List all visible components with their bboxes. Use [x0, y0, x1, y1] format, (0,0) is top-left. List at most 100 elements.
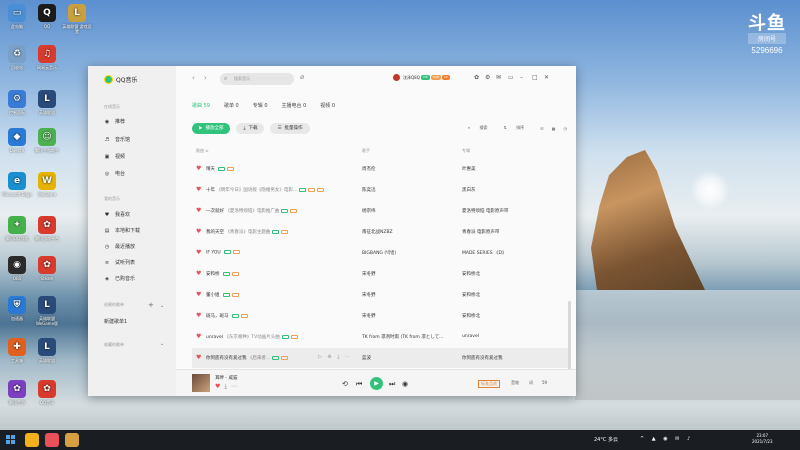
next-icon[interactable]: ⏭ [389, 380, 395, 389]
song-album[interactable]: 你到底有没有爱过我 [462, 355, 503, 361]
batch-button[interactable]: ☰ 批量操作 [270, 123, 310, 134]
table-row[interactable]: ♥ 斑马，斑马 宋冬野 安和桥北 [192, 306, 568, 326]
table-row[interactable]: ♥ 十年 《明年今日》国语版《隐婚男女》电影… 陈奕迅 黑白灰 [192, 180, 568, 200]
song-singer[interactable]: 宋冬野 [362, 271, 376, 277]
sidebar-item-music-hall[interactable]: ♬ 音乐馆 [104, 136, 130, 144]
table-row[interactable]: ♥ 一次就好 《夏洛特烦恼》电影推广曲 杨宗纬 夏洛特烦恼 电影原声带 [192, 201, 568, 221]
song-album[interactable]: 黑白灰 [462, 187, 476, 193]
song-singer[interactable]: 陈奕迅 [362, 187, 376, 193]
mail-icon[interactable]: ✉ [496, 74, 501, 81]
app-logo[interactable]: QQ音乐 [104, 75, 137, 84]
heart-icon[interactable]: ♥ [196, 249, 201, 256]
download-icon[interactable]: ⤓ [224, 383, 227, 390]
table-row[interactable]: ♥ 我的天空 《青春派》电影主题曲 南征北战NZBZ 青春派 电影原声带 [192, 222, 568, 242]
search-input[interactable]: ⌕ 搜索音乐 [220, 73, 294, 85]
download-button[interactable]: ⤓ 下载 [236, 123, 265, 134]
table-row[interactable]: ♥ 安和桥 宋冬野 安和桥北 [192, 264, 568, 284]
table-row[interactable]: ♥ 董小姐 宋冬野 安和桥北 [192, 285, 568, 305]
tray-icons[interactable]: ^ ▲ ◉ ✉ ♪ [640, 436, 693, 442]
effects-button[interactable]: 音效 [511, 380, 519, 386]
heart-icon[interactable]: ♥ [196, 354, 201, 361]
song-singer[interactable]: TK from 凛冽时雨 (TK from 凛として… [362, 334, 444, 340]
desktop-icon[interactable]: ▭ 此电脑 [2, 4, 32, 29]
taskbar-app-icon[interactable] [25, 433, 39, 447]
desktop-icon[interactable]: ◆ DirectX [2, 128, 32, 153]
song-album[interactable]: unravel [462, 334, 479, 339]
clock[interactable]: 23:07 2021/7/23 [752, 433, 773, 445]
desktop-icon[interactable]: Q QQ [32, 4, 62, 29]
desktop-icon[interactable]: ✿ 腾讯手游 [2, 380, 32, 405]
heart-icon[interactable]: ♥ [196, 207, 201, 214]
row-actions[interactable]: ▷ ⊕ ⤓ ⋯ [318, 354, 352, 360]
song-title[interactable]: unravel [206, 335, 223, 340]
heart-icon[interactable]: ♥ [196, 228, 201, 235]
forward-icon[interactable]: › [204, 74, 207, 82]
maximize-icon[interactable]: □ [532, 74, 538, 81]
heart-icon[interactable]: ♥ [215, 383, 220, 390]
play-all-button[interactable]: ▶ 播放全部 [192, 123, 231, 134]
sidebar-item-trial[interactable]: ≡ 试听列表 [104, 259, 135, 267]
user-area[interactable]: 沈泽Q8Q VIP SVIP LV [393, 74, 450, 81]
song-title[interactable]: 你到底有没有爱过我 [206, 356, 247, 361]
play-button[interactable]: ▶ [370, 377, 383, 390]
history-icon[interactable]: ◷ [564, 126, 568, 131]
song-album[interactable]: 安和桥北 [462, 271, 480, 277]
sidebar-item-recent[interactable]: ◷ 最近播放 [104, 243, 135, 251]
desktop-icon[interactable]: ♫ 网易云音乐 [32, 45, 62, 70]
sidebar-item-recommend[interactable]: ◉ 推荐 [104, 118, 125, 126]
quality-button[interactable]: 标准品质 [478, 380, 500, 388]
desktop-icon[interactable]: ✦ 腾讯QQ游戏 [2, 216, 32, 241]
song-title[interactable]: 斑马，斑马 [206, 314, 229, 319]
song-album[interactable]: 安和桥北 [462, 313, 480, 319]
desktop-icon[interactable]: ⛨ 加速器 [2, 296, 32, 321]
table-row[interactable]: ♥ 你到底有没有爱过我 《后来者… ▷ ⊕ ⤓ ⋯ 蓝波 你到底有没有爱过我 [192, 348, 568, 368]
volume-icon[interactable]: ◉ [402, 380, 408, 388]
song-album[interactable]: 青春派 电影原声带 [462, 229, 499, 235]
chevron-down-icon[interactable]: ⌄ [160, 303, 164, 309]
tab-playlists[interactable]: 歌单 0 [224, 102, 239, 109]
heart-icon[interactable]: ♥ [196, 333, 201, 340]
sidebar-item-local[interactable]: ▤ 本地和下载 [104, 227, 140, 235]
settings-icon[interactable]: ⚙ [485, 74, 490, 81]
heart-icon[interactable]: ♥ [196, 312, 201, 319]
windows-start-icon[interactable] [6, 435, 15, 444]
desktop-icon[interactable]: ☺ 腾讯手游助手 [32, 128, 62, 153]
skin-icon[interactable]: ✿ [474, 74, 479, 81]
close-icon[interactable]: ✕ [544, 74, 549, 81]
mini-mode-icon[interactable]: ▭ [508, 74, 514, 81]
table-row[interactable]: ♥ 晴天 周杰伦 叶惠美 [192, 159, 568, 179]
song-title[interactable]: 晴天 [206, 167, 215, 172]
desktop-icon[interactable]: ✿ Steam [32, 256, 62, 281]
desktop-icon[interactable]: ♻ 回收站 [2, 45, 32, 70]
desktop-icon[interactable]: e Microsoft Edge [2, 172, 32, 197]
song-album[interactable]: 夏洛特烦恼 电影原声带 [462, 208, 508, 214]
table-row[interactable]: ♥ unravel 《东京喰种》TV动画片头曲 TK from 凛冽时雨 (TK f… [192, 327, 568, 347]
sidebar-item-purchased[interactable]: ◈ 已购音乐 [104, 275, 135, 283]
taskbar-app-icon[interactable] [65, 433, 79, 447]
song-title[interactable]: 董小姐 [206, 293, 220, 298]
sort-button[interactable]: ⇅ 排序 [504, 125, 533, 131]
sidebar-item-video[interactable]: ▣ 视频 [104, 153, 125, 161]
song-album[interactable]: MADE SERIES 《D》 [462, 250, 506, 256]
chevron-down-icon[interactable]: ⌄ [160, 341, 164, 347]
song-singer[interactable]: 宋冬野 [362, 313, 376, 319]
song-title[interactable]: IF YOU [206, 251, 221, 256]
grid-view-icon[interactable]: ▦ [552, 126, 556, 131]
prev-icon[interactable]: ⏮ [356, 380, 362, 389]
tab-songs[interactable]: 歌曲 59 [192, 102, 210, 109]
desktop-icon[interactable]: ⚙ 控制面板 [2, 90, 32, 115]
taskbar-app-icon[interactable] [45, 433, 59, 447]
song-singer[interactable]: 南征北战NZBZ [362, 229, 393, 235]
heart-icon[interactable]: ♥ [196, 291, 201, 298]
desktop-icon[interactable]: ✿ QQ音乐 [32, 380, 62, 405]
list-view-icon[interactable]: ☷ [540, 126, 544, 131]
playlist-count[interactable]: 59 [542, 380, 547, 385]
song-album[interactable]: 叶惠美 [462, 166, 476, 172]
song-singer[interactable]: 蓝波 [362, 355, 371, 361]
song-singer[interactable]: 宋冬野 [362, 292, 376, 298]
song-singer[interactable]: BIGBANG (빅뱅) [362, 250, 396, 256]
song-singer[interactable]: 周杰伦 [362, 166, 376, 172]
now-playing-title[interactable]: 耳畔 [215, 376, 224, 381]
tab-radio[interactable]: 主播电台 0 [282, 102, 307, 109]
tab-albums[interactable]: 专辑 0 [253, 102, 268, 109]
